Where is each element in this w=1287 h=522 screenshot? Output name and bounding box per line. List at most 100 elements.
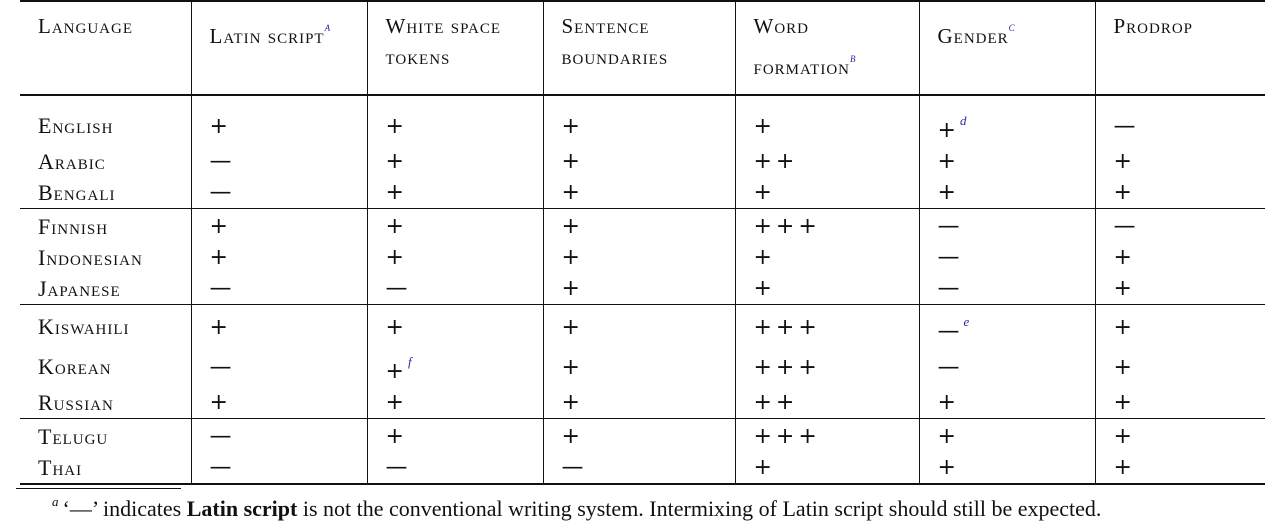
language-name: Russian: [38, 389, 114, 415]
table-cell: +: [918, 177, 1095, 209]
cell-value: +: [1113, 455, 1136, 480]
cell-value: —: [1113, 214, 1140, 239]
cell-value: +: [561, 314, 584, 340]
table-cell: +++: [734, 347, 919, 387]
table-cell: —: [918, 273, 1095, 305]
cell-value: +: [1113, 314, 1136, 340]
table-row: Indonesian + + + + — +: [20, 242, 1265, 273]
cell-value: —: [937, 319, 964, 344]
cell-value: +: [561, 245, 584, 270]
table-cell: +: [542, 177, 735, 209]
column-header-label: Language: [38, 14, 133, 38]
header-row: Language Latin scripta White space tokens S…: [20, 1, 1265, 95]
cell-value: —: [385, 455, 412, 480]
table-cell: +: [734, 452, 919, 484]
column-header-label: Prodrop: [1113, 14, 1194, 38]
column-header-label: White space tokens: [385, 14, 502, 69]
footnote-a: a ‘—’ indicates Latin script is not the c…: [52, 494, 1101, 522]
table-cell: +: [190, 387, 367, 419]
row-group: Telugu — + + +++ + + Thai — — — + + +: [20, 418, 1265, 484]
cell-value: +: [1113, 354, 1136, 380]
table-cell: +: [542, 304, 735, 347]
table-cell: +: [734, 177, 919, 209]
cell-value: +: [561, 214, 584, 239]
table-row: Bengali — + + + + +: [20, 177, 1265, 209]
cell-value: +: [385, 113, 408, 139]
table-cell: —: [190, 452, 367, 484]
cell-value: +: [561, 180, 584, 205]
column-header: Language: [20, 1, 191, 95]
cell-value: +: [385, 314, 408, 340]
cell-value: +: [937, 424, 960, 449]
column-header: Genderc: [918, 1, 1095, 95]
cell-value: +++: [753, 424, 821, 449]
cell-value: —: [561, 455, 588, 480]
table-cell: +: [1094, 387, 1265, 419]
column-header-label: Sentence boundaries: [561, 14, 669, 69]
table-header: Language Latin scripta White space tokens S…: [20, 1, 1265, 95]
table-cell: +: [542, 418, 735, 452]
column-header: Latin scripta: [190, 1, 367, 95]
cell-value: +: [937, 180, 960, 205]
language-name: Korean: [38, 354, 112, 379]
table-cell: —: [1094, 95, 1265, 146]
cell-value: +: [209, 314, 232, 340]
language-name: Kiswahili: [38, 314, 130, 339]
table-cell: +d: [918, 95, 1095, 146]
table-cell: +: [190, 208, 367, 242]
table-cell: —: [918, 242, 1095, 273]
table-cell: +++: [734, 304, 919, 347]
table-cell: +: [190, 242, 367, 273]
cell-value: +: [561, 113, 584, 139]
cell-value: +: [561, 276, 584, 301]
language-name: Arabic: [38, 148, 106, 174]
cell-value: +: [385, 214, 408, 239]
table-cell: +: [542, 208, 735, 242]
column-header: Word formationb: [734, 1, 919, 95]
cell-value: +: [753, 276, 776, 301]
footnote-bold-term: Latin script: [186, 496, 298, 521]
table-cell: +: [542, 146, 735, 177]
cell-value: —: [209, 149, 236, 174]
table-cell: +: [734, 242, 919, 273]
cell-value: ++: [753, 390, 799, 415]
cell-value: +: [385, 149, 408, 174]
table-row: Telugu — + + +++ + +: [20, 418, 1265, 452]
cell-value: +: [937, 118, 960, 143]
table-cell: +: [366, 387, 543, 419]
cell-value: +: [937, 149, 960, 174]
cell-value: +: [561, 149, 584, 174]
cell-value: +: [561, 354, 584, 380]
language-name: Thai: [38, 454, 83, 480]
table-cell: +: [542, 273, 735, 305]
language-name: Japanese: [38, 275, 121, 301]
table-cell: +: [918, 418, 1095, 452]
table-row: English + + + + +d —: [20, 95, 1265, 146]
table-cell: ++: [734, 146, 919, 177]
cell-value: +: [209, 113, 232, 139]
table-cell: +: [1094, 273, 1265, 305]
footnote-ref: b: [850, 50, 856, 65]
table-cell: +: [1094, 347, 1265, 387]
cell-value: +: [209, 245, 232, 270]
language-name: Bengali: [38, 179, 116, 205]
column-header: Prodrop: [1094, 1, 1265, 95]
language-name: Indonesian: [38, 244, 143, 270]
table-row: Arabic — + + ++ + +: [20, 146, 1265, 177]
footnote-ref: c: [1008, 19, 1015, 34]
cell-value: +: [1113, 180, 1136, 205]
row-group: Kiswahili + + + +++ —e + Korean — +f + +++ — + Russian…: [20, 304, 1265, 419]
cell-value: +++: [753, 314, 821, 340]
cell-value: —: [937, 214, 964, 239]
cell-value: —: [1113, 113, 1140, 139]
table-cell: +: [366, 95, 543, 146]
table-cell: +f: [366, 347, 543, 387]
table-cell: —: [918, 208, 1095, 242]
cell-value: —: [209, 354, 236, 380]
table-cell: +: [1094, 304, 1265, 347]
table-cell: +++: [734, 208, 919, 242]
cell-value: +: [1113, 276, 1136, 301]
column-header: White space tokens: [366, 1, 543, 95]
table-cell: —: [190, 273, 367, 305]
table-cell: +: [918, 387, 1095, 419]
